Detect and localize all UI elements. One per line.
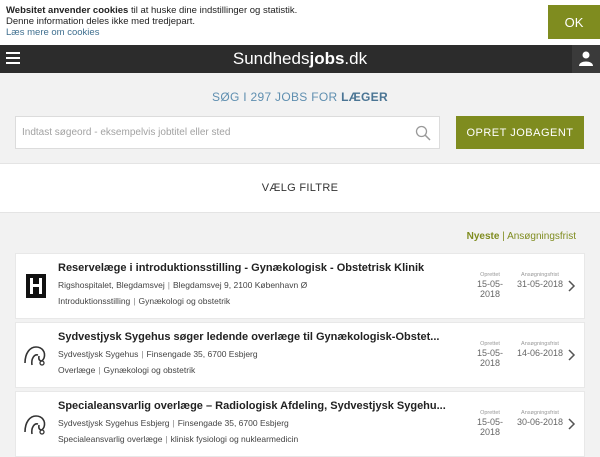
user-icon — [579, 51, 593, 66]
cookie-text-2: Denne information deles ikke med tredjep… — [6, 16, 196, 27]
posted-value: 15-05-2018 — [476, 348, 503, 368]
job-tags: Overlæge | Gynækologi og obstetrik — [58, 365, 196, 375]
job-employer: Sydvestjysk Sygehus — [58, 349, 139, 359]
job-address: Blegdamsvej 9, 2100 København Ø — [173, 280, 308, 290]
user-account-button[interactable] — [572, 45, 600, 73]
posted-value: 15-05-2018 — [476, 279, 503, 299]
deadline-date: Ansøgningsfrist 14-06-2018 — [516, 341, 564, 358]
site-header: Sundhedsjobs.dk — [0, 45, 600, 73]
posted-date: Oprettet 15-05-2018 — [468, 272, 512, 299]
search-input[interactable] — [16, 117, 396, 148]
sort-options: Nyeste | Ansøgningsfrist — [467, 231, 576, 242]
job-tag: Overlæge — [58, 365, 96, 375]
deadline-value: 31-05-2018 — [516, 279, 564, 289]
job-listing[interactable]: Sydvestjysk Sygehus søger ledende overlæ… — [15, 322, 585, 388]
job-tag: Gynækologi og obstetrik — [103, 365, 196, 375]
sort-deadline-link[interactable]: Ansøgningsfrist — [507, 231, 576, 242]
search-section: SØG I 297 JOBS FOR LÆGER OPRET JOBAGENT — [0, 73, 600, 163]
region-syddanmark-logo-icon — [24, 415, 46, 435]
deadline-date: Ansøgningsfrist 30-06-2018 — [516, 410, 564, 427]
job-employer: Sydvestjysk Sygehus Esbjerg — [58, 418, 170, 428]
job-title[interactable]: Sydvestjysk Sygehus søger ledende overlæ… — [58, 331, 448, 343]
job-listing[interactable]: Reservelæge i introduktionsstilling - Gy… — [15, 253, 585, 319]
sort-newest-link[interactable]: Nyeste — [467, 231, 500, 242]
job-title[interactable]: Specialeansvarlig overlæge – Radiologisk… — [58, 400, 448, 412]
rigshospitalet-logo-icon — [22, 272, 50, 300]
chevron-right-icon[interactable] — [568, 349, 576, 361]
job-tags: Introduktionsstilling | Gynækologi og obst… — [58, 296, 231, 306]
posted-label: Oprettet — [480, 410, 500, 416]
filter-label: VÆLG FILTRE — [261, 182, 339, 194]
logo-regular: Sundheds — [232, 49, 310, 68]
cookie-banner: Websitet anvender cookies til at huske d… — [0, 0, 600, 45]
job-tag: klinisk fysiologi og nuklearmedicin — [170, 434, 299, 444]
chevron-right-icon[interactable] — [568, 418, 576, 430]
deadline-label: Ansøgningsfrist — [521, 410, 559, 416]
deadline-label: Ansøgningsfrist — [521, 341, 559, 347]
job-location: Rigshospitalet, Blegdamsvej | Blegdamsvej … — [58, 280, 308, 290]
job-employer: Rigshospitalet, Blegdamsvej — [58, 280, 165, 290]
cookie-text-1: til at huske dine indstillinger og stati… — [128, 5, 298, 16]
deadline-value: 14-06-2018 — [516, 348, 564, 358]
filter-toggle[interactable]: VÆLG FILTRE — [0, 163, 600, 213]
cookie-read-more-link[interactable]: Læs mere om cookies — [6, 27, 297, 38]
cookie-message: Websitet anvender cookies til at huske d… — [6, 5, 297, 38]
sort-separator: | — [502, 231, 505, 242]
site-logo[interactable]: Sundhedsjobs.dk — [0, 49, 600, 69]
job-location: Sydvestjysk Sygehus | Finsengade 35, 6700 … — [58, 349, 258, 359]
deadline-value: 30-06-2018 — [516, 417, 564, 427]
job-tags: Specialeansvarlig overlæge | klinisk fysio… — [58, 434, 299, 444]
posted-label: Oprettet — [480, 272, 500, 278]
job-address: Finsengade 35, 6700 Esbjerg — [146, 349, 258, 359]
job-listing[interactable]: Specialeansvarlig overlæge – Radiologisk… — [15, 391, 585, 457]
job-title[interactable]: Reservelæge i introduktionsstilling - Gy… — [58, 262, 448, 274]
posted-value: 15-05-2018 — [476, 417, 503, 437]
chevron-right-icon[interactable] — [568, 280, 576, 292]
search-box — [15, 116, 440, 149]
job-tag: Gynækologi og obstetrik — [138, 296, 231, 306]
search-heading-category: LÆGER — [341, 90, 388, 104]
cookie-bold-text: Websitet anvender cookies — [6, 5, 129, 16]
job-location: Sydvestjysk Sygehus Esbjerg | Finsengade 3… — [58, 418, 289, 428]
posted-label: Oprettet — [480, 341, 500, 347]
region-syddanmark-logo-icon — [24, 346, 46, 366]
search-icon[interactable] — [415, 125, 431, 141]
logo-tld: .dk — [344, 49, 368, 68]
job-tag: Introduktionsstilling — [58, 296, 131, 306]
search-heading: SØG I 297 JOBS FOR LÆGER — [0, 90, 600, 104]
logo-bold: jobs — [309, 49, 345, 68]
posted-date: Oprettet 15-05-2018 — [468, 410, 512, 437]
cookie-ok-button[interactable]: OK — [548, 5, 600, 39]
job-tag: Specialeansvarlig overlæge — [58, 434, 163, 444]
job-address: Finsengade 35, 6700 Esbjerg — [177, 418, 289, 428]
create-job-agent-button[interactable]: OPRET JOBAGENT — [456, 116, 584, 149]
deadline-date: Ansøgningsfrist 31-05-2018 — [516, 272, 564, 289]
search-heading-prefix: SØG I 297 JOBS FOR — [212, 90, 342, 104]
deadline-label: Ansøgningsfrist — [521, 272, 559, 278]
posted-date: Oprettet 15-05-2018 — [468, 341, 512, 368]
